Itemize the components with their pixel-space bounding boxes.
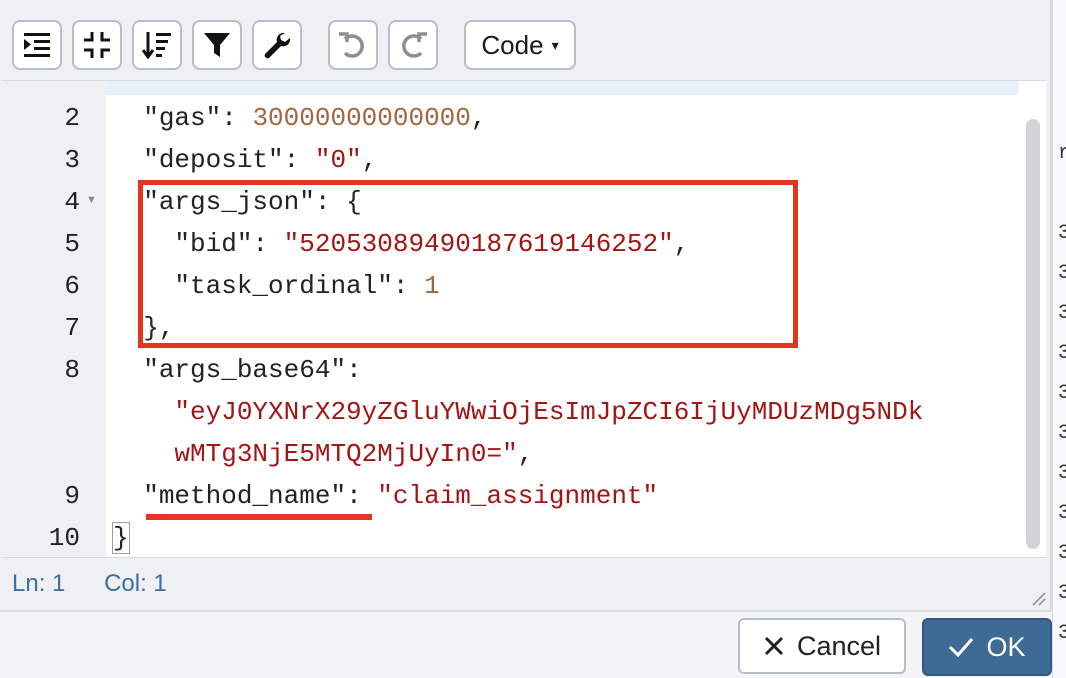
json-string: wMTg3NjE5MTQ2MjUyIn0=" <box>174 439 518 469</box>
line-number: 2 <box>64 103 80 133</box>
background-text: 3 <box>1058 302 1066 325</box>
cancel-label: Cancel <box>796 630 882 661</box>
collapse-icon[interactable] <box>72 20 122 70</box>
background-text: 3 <box>1058 262 1066 285</box>
highlight-underline <box>146 514 372 520</box>
code-line: "gas": 30000000000000, <box>112 97 487 139</box>
fold-toggle-icon[interactable]: ▼ <box>86 194 97 206</box>
json-number: 30000000000000 <box>252 103 471 133</box>
background-text: r <box>1058 142 1066 165</box>
background-panel <box>1052 0 1066 678</box>
line-number: 9 <box>64 481 80 511</box>
json-sep: : <box>283 145 315 175</box>
cursor-line: Ln: 1 <box>12 570 66 597</box>
json-sep: , <box>517 439 534 469</box>
background-text: 3 <box>1058 582 1066 605</box>
resize-handle-icon[interactable] <box>1030 590 1046 606</box>
code-line-wrapped: wMTg3NjE5MTQ2MjUyIn0=", <box>112 433 533 475</box>
undo-icon[interactable] <box>328 20 378 70</box>
json-sep: , <box>470 103 487 133</box>
line-number: 10 <box>48 523 80 553</box>
code-line: "deposit": "0", <box>112 139 377 181</box>
highlight-box <box>138 180 798 348</box>
background-text: 3 <box>1058 622 1066 645</box>
json-sep: , <box>361 145 378 175</box>
background-text: 3 <box>1058 222 1066 245</box>
line-number: 8 <box>64 355 80 385</box>
ok-label: OK <box>986 631 1026 662</box>
close-icon <box>763 635 785 657</box>
code-line: "args_base64": <box>112 349 362 391</box>
line-number: 6 <box>64 271 80 301</box>
vertical-scrollbar[interactable] <box>1026 119 1040 549</box>
background-text: 3 <box>1058 462 1066 485</box>
json-key: "args_base64" <box>143 355 347 385</box>
check-icon <box>948 636 974 658</box>
active-line-highlight <box>106 81 1018 95</box>
json-string: "0" <box>314 145 362 175</box>
background-text: 3 <box>1058 542 1066 565</box>
indent-icon[interactable] <box>12 20 62 70</box>
chevron-down-icon: ▾ <box>551 36 559 53</box>
json-sep: : <box>346 481 378 511</box>
cursor-col: Col: 1 <box>104 570 167 597</box>
json-sep: } <box>112 522 130 554</box>
line-number: 7 <box>64 313 80 343</box>
line-number: 5 <box>64 229 80 259</box>
filter-icon[interactable] <box>192 20 242 70</box>
json-string: "eyJ0YXNrX29yZGluYWwiOjEsImJpZCI6IjUyMDU… <box>174 397 924 427</box>
ok-button[interactable]: OK <box>922 618 1052 676</box>
background-text: 3 <box>1058 342 1066 365</box>
sort-icon[interactable] <box>132 20 182 70</box>
code-line: "method_name": "claim_assignment" <box>112 475 658 517</box>
background-text: 3 <box>1058 502 1066 525</box>
line-number: 3 <box>64 145 80 175</box>
code-line: } <box>112 517 130 557</box>
json-sep: : <box>346 355 362 385</box>
line-number: 4 <box>64 187 80 217</box>
redo-icon[interactable] <box>388 20 438 70</box>
json-key: "method_name" <box>143 481 347 511</box>
background-text: 3 <box>1058 382 1066 405</box>
json-key: "deposit" <box>143 145 284 175</box>
mode-dropdown[interactable]: Code ▾ <box>464 20 576 70</box>
wrench-icon[interactable] <box>252 20 302 70</box>
cancel-button[interactable]: Cancel <box>738 618 906 674</box>
line-gutter: 2 3 4 ▼ 5 6 7 8 9 10 <box>2 81 106 557</box>
json-sep: : <box>221 103 253 133</box>
background-text: 3 <box>1058 422 1066 445</box>
mode-label: Code <box>481 29 544 60</box>
status-bar: Ln: 1 Col: 1 <box>12 570 199 598</box>
json-key: "gas" <box>143 103 222 133</box>
json-string: "claim_assignment" <box>377 481 659 511</box>
code-line-wrapped: "eyJ0YXNrX29yZGluYWwiOjEsImJpZCI6IjUyMDU… <box>112 391 923 433</box>
